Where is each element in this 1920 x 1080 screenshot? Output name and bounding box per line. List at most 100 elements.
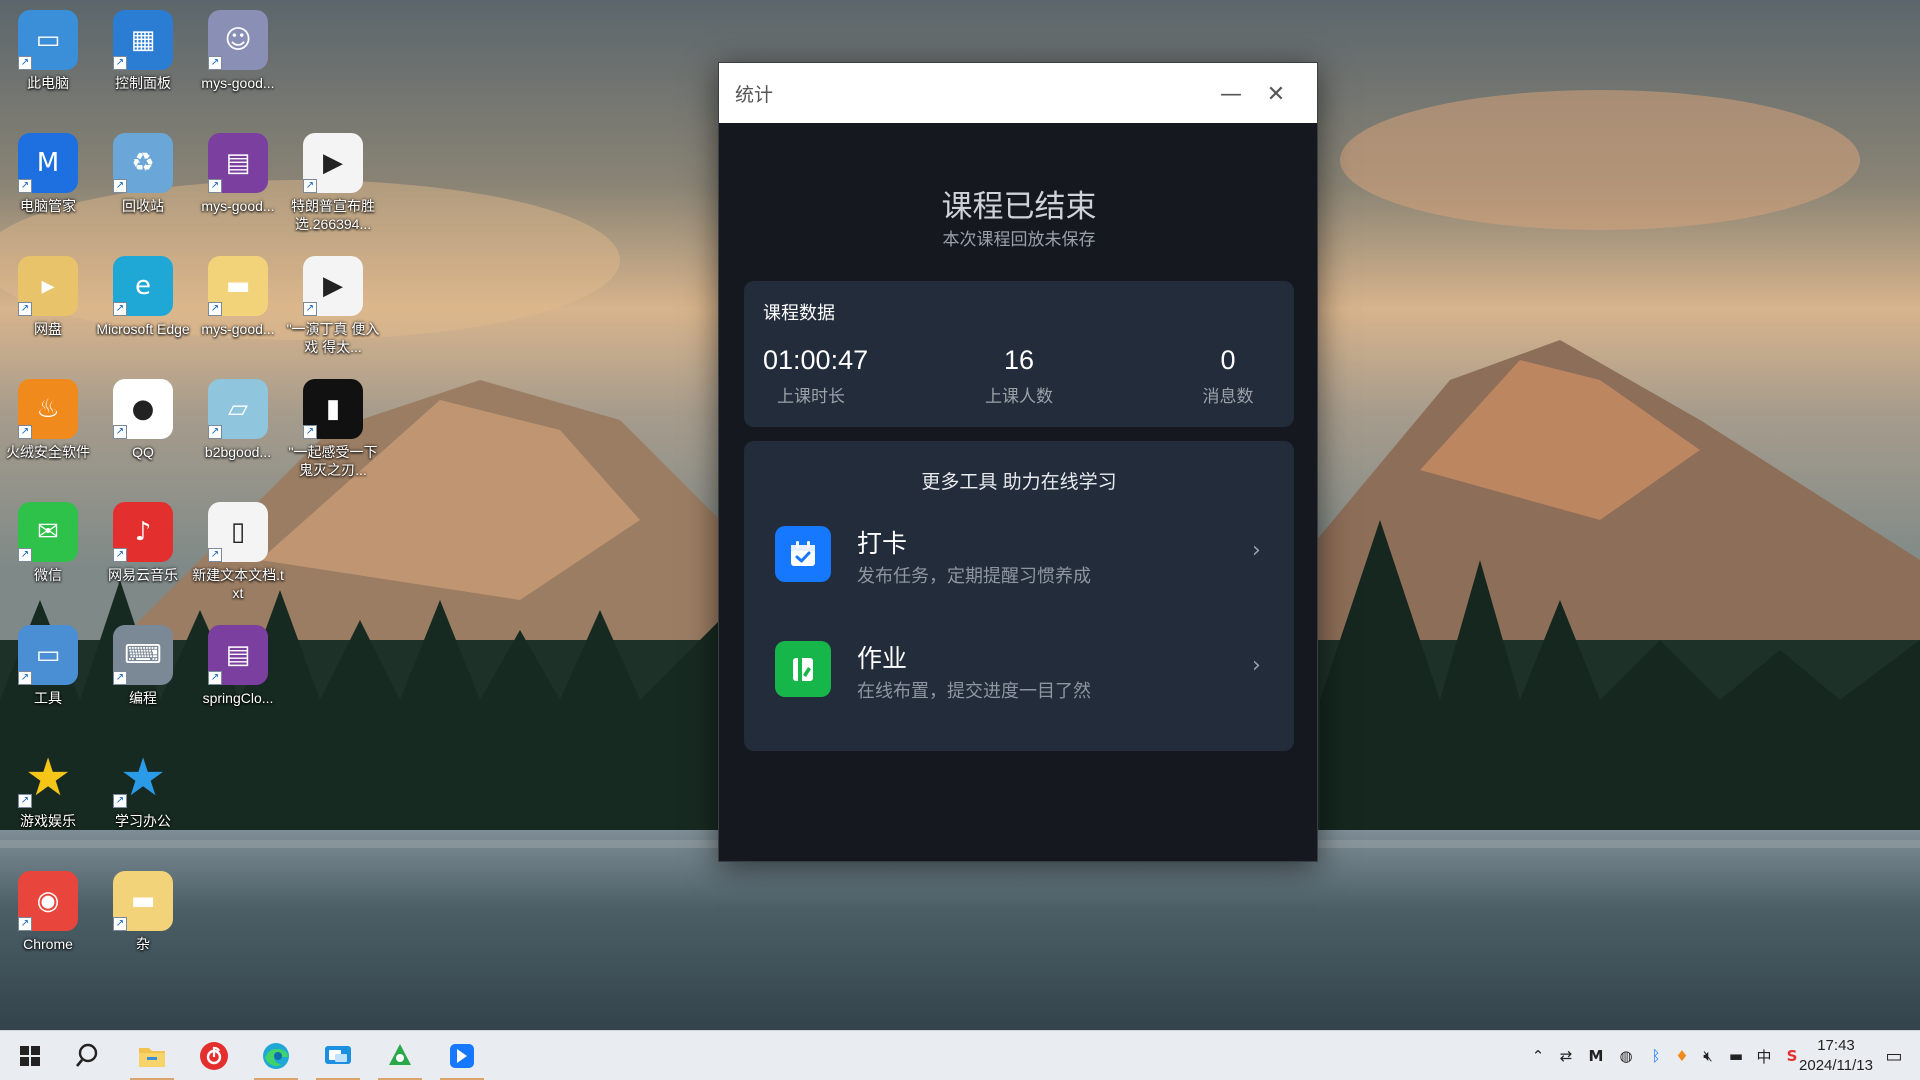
tools-icon: ▭ ↗ xyxy=(18,625,78,685)
desktop-icon[interactable]: ▯ ↗ 新建文本文档.txt xyxy=(191,502,285,602)
desktop-icon[interactable]: ▬ ↗ mys-good... xyxy=(191,256,285,338)
desktop-icon-label: Chrome xyxy=(23,936,73,952)
messages-value: 0 xyxy=(1220,345,1236,375)
shortcut-arrow-icon: ↗ xyxy=(18,794,32,808)
desktop-icon[interactable]: ● ↗ QQ xyxy=(96,379,190,461)
desktop-icon[interactable]: ★ ↗ 学习办公 xyxy=(96,748,190,830)
checkin-calendar-icon xyxy=(775,526,831,582)
desktop-icon[interactable]: ♪ ↗ 网易云音乐 xyxy=(96,502,190,584)
shortcut-arrow-icon: ↗ xyxy=(18,548,32,562)
shortcut-arrow-icon: ↗ xyxy=(303,302,317,316)
edge-icon[interactable] xyxy=(248,1031,304,1080)
input-method-icon[interactable]: 中 xyxy=(1754,1046,1774,1066)
netease-music-icon[interactable] xyxy=(186,1031,242,1080)
film-icon: ▮ ↗ xyxy=(303,379,363,439)
shortcut-arrow-icon: ↗ xyxy=(208,302,222,316)
desktop-icon[interactable]: ▮ ↗ "一起感受一下鬼灭之刃... xyxy=(286,379,380,479)
shortcut-arrow-icon: ↗ xyxy=(208,548,222,562)
minimize-button[interactable]: — xyxy=(1216,79,1246,109)
desktop-icon[interactable]: ▤ ↗ springClo... xyxy=(191,625,285,707)
desktop-icon-label: springClo... xyxy=(202,690,274,706)
anime-avatar-icon: ☺ ↗ xyxy=(208,10,268,70)
search-icon[interactable] xyxy=(62,1031,118,1080)
homework-icon xyxy=(775,641,831,697)
green-app-icon[interactable] xyxy=(372,1031,428,1080)
desktop-icon-label: mys-good... xyxy=(201,198,275,214)
netdisk-icon[interactable] xyxy=(434,1031,490,1080)
notification-icon[interactable]: ▭ xyxy=(1884,1046,1904,1067)
desktop-icon-label: 工具 xyxy=(34,690,62,706)
shortcut-arrow-icon: ↗ xyxy=(113,179,127,193)
video-file-icon: ▶ ↗ xyxy=(303,256,363,316)
notepad-icon: ▱ ↗ xyxy=(208,379,268,439)
shortcut-arrow-icon: ↗ xyxy=(18,425,32,439)
computer-icon: ▭ ↗ xyxy=(18,10,78,70)
dialog-titlebar[interactable]: 统计 — ✕ xyxy=(719,63,1317,123)
battery-icon[interactable]: ▬ xyxy=(1726,1046,1746,1066)
desktop-icon[interactable]: M ↗ 电脑管家 xyxy=(1,133,95,215)
desktop-icon-label: 此电脑 xyxy=(27,75,69,91)
blue-star-icon: ★ ↗ xyxy=(113,748,173,808)
desktop-icon[interactable]: ⌨ ↗ 编程 xyxy=(96,625,190,707)
folder-icon: ▬ ↗ xyxy=(113,871,173,931)
shortcut-arrow-icon: ↗ xyxy=(113,302,127,316)
desktop-icon[interactable]: ▭ ↗ 工具 xyxy=(1,625,95,707)
shortcut-arrow-icon: ↗ xyxy=(113,425,127,439)
desktop-icon[interactable]: ✉ ↗ 微信 xyxy=(1,502,95,584)
desktop-icon-label: 控制面板 xyxy=(115,75,171,91)
desktop-icon[interactable]: ▱ ↗ b2bgood... xyxy=(191,379,285,461)
netease-music-icon: ♪ ↗ xyxy=(113,502,173,562)
qq-icon: ● ↗ xyxy=(113,379,173,439)
bluetooth-icon[interactable]: ᛒ xyxy=(1646,1046,1666,1066)
remote-desktop-icon[interactable] xyxy=(310,1031,366,1080)
speaker-muted-icon[interactable]: 🔇︎ xyxy=(1698,1046,1718,1066)
desktop-icon[interactable]: ▤ ↗ mys-good... xyxy=(191,133,285,215)
desktop-icon[interactable]: ▶ ↗ "一演丁真 便入戏 得太... xyxy=(286,256,380,356)
shortcut-arrow-icon: ↗ xyxy=(18,56,32,70)
desktop-icon-label: 网易云音乐 xyxy=(108,567,178,583)
close-button[interactable]: ✕ xyxy=(1261,79,1291,109)
desktop-icon[interactable]: ▶ ↗ 特朗普宣布胜选.266394... xyxy=(286,133,380,233)
shortcut-arrow-icon: ↗ xyxy=(113,917,127,931)
recycle-bin-icon: ♻ ↗ xyxy=(113,133,173,193)
desktop-icon[interactable]: ◉ ↗ Chrome xyxy=(1,871,95,953)
desktop-icon[interactable]: ☺ ↗ mys-good... xyxy=(191,10,285,92)
shortcut-arrow-icon: ↗ xyxy=(208,671,222,685)
desktop-icon-label: 编程 xyxy=(129,690,157,706)
desktop-icon-label: 火绒安全软件 xyxy=(6,444,90,460)
shortcut-arrow-icon: ↗ xyxy=(18,302,32,316)
start-windows-icon[interactable] xyxy=(2,1031,58,1080)
desktop-icon[interactable]: ♻ ↗ 回收站 xyxy=(96,133,190,215)
checkin-tool-row[interactable]: 打卡 发布任务，定期提醒习惯养成 › xyxy=(744,504,1294,604)
course-ended-heading: 课程已结束 xyxy=(941,189,1097,224)
desktop-icon[interactable]: ♨ ↗ 火绒安全软件 xyxy=(1,379,95,461)
huorong-tray-icon[interactable]: ♦ xyxy=(1672,1046,1692,1066)
desktop-icon-label: "一演丁真 便入戏 得太... xyxy=(286,321,380,355)
desktop-icon[interactable]: ▸ ↗ 网盘 xyxy=(1,256,95,338)
desktop-icon-label: 电脑管家 xyxy=(20,198,76,214)
chrome-icon: ◉ ↗ xyxy=(18,871,78,931)
desktop-icon-label: 新建文本文档.txt xyxy=(192,567,284,601)
chevron-up-icon[interactable]: ⌃ xyxy=(1528,1046,1548,1066)
desktop-icon[interactable]: ★ ↗ 游戏娱乐 xyxy=(1,748,95,830)
homework-tool-name: 作业 xyxy=(857,645,908,673)
folder-icon: ▬ ↗ xyxy=(208,256,268,316)
checkin-tool-desc: 发布任务，定期提醒习惯养成 xyxy=(857,566,1091,586)
desktop-icon[interactable]: ▬ ↗ 杂 xyxy=(96,871,190,953)
desktop-icon-label: 回收站 xyxy=(122,198,164,214)
file-explorer-icon[interactable] xyxy=(124,1031,180,1080)
winrar-icon: ▤ ↗ xyxy=(208,133,268,193)
sync-icon[interactable]: ⇄ xyxy=(1556,1046,1576,1066)
desktop-icon-label: mys-good... xyxy=(201,75,275,91)
taskbar-clock[interactable]: 17:43 2024/11/13 xyxy=(1786,1036,1886,1076)
messages-stat: 0 消息数 xyxy=(1196,345,1260,407)
edge-icon: e ↗ xyxy=(113,256,173,316)
homework-tool-row[interactable]: 作业 在线布置，提交进度一目了然 › xyxy=(744,619,1294,719)
pc-manager-tray-icon[interactable]: M xyxy=(1586,1046,1606,1066)
desktop-icon[interactable]: ▭ ↗ 此电脑 xyxy=(1,10,95,92)
shortcut-arrow-icon: ↗ xyxy=(113,671,127,685)
desktop-icon[interactable]: e ↗ Microsoft Edge xyxy=(96,256,190,338)
globe-icon[interactable]: ◍ xyxy=(1616,1046,1636,1066)
desktop-icon[interactable]: ▦ ↗ 控制面板 xyxy=(96,10,190,92)
shortcut-arrow-icon: ↗ xyxy=(113,794,127,808)
